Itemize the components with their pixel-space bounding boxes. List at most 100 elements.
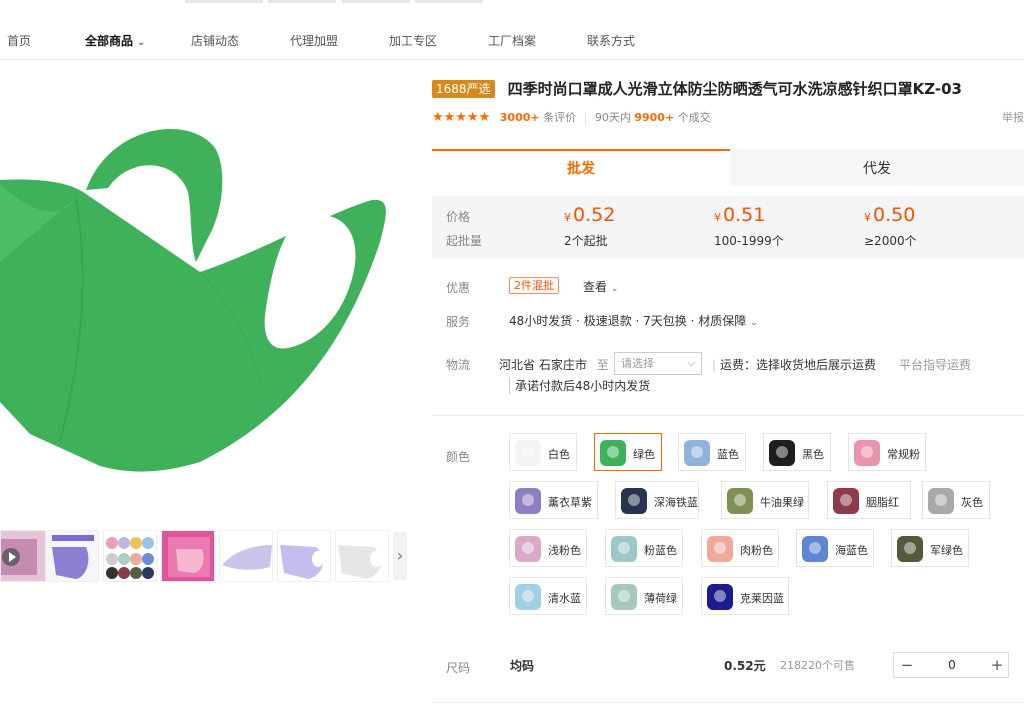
guide-fee-link[interactable]: 平台指导运费 — [899, 356, 971, 373]
increment-button[interactable]: + — [984, 653, 1010, 677]
color-option-label: 绿色 — [633, 448, 655, 461]
size-price: 0.52元 — [724, 659, 766, 673]
color-swatch — [727, 488, 753, 514]
purchase-mode-tabs: 批发 代发 — [432, 149, 1024, 186]
color-option[interactable]: 深海铁蓝 — [615, 481, 699, 519]
thumbnail-pink-package[interactable] — [161, 530, 215, 582]
color-option[interactable]: 清水蓝 — [509, 577, 587, 615]
color-swatch — [611, 536, 637, 562]
price-box: 价格 起批量 ¥0.52 2个起批 ¥0.51 100-1999个 ¥0.50 … — [432, 196, 1024, 258]
color-swatch — [833, 488, 859, 514]
shop-nav: 首页 全部商品 ⌄ 店铺动态 代理加盟 加工专区 工厂档案 联系方式 — [0, 22, 1024, 60]
color-option[interactable]: 白色 — [509, 433, 577, 471]
report-link[interactable]: 举报 — [1002, 109, 1024, 125]
service-list[interactable]: 48小时发货 · 极速退款 · 7天包换 · 材质保障 ⌄ — [509, 312, 758, 329]
tier-price: ¥0.51 — [714, 204, 765, 226]
color-option-label: 黑色 — [802, 448, 824, 461]
size-name: 均码 — [510, 659, 535, 673]
color-option[interactable]: 蓝色 — [678, 433, 746, 471]
rating-stars-icon: ★★★★★ — [432, 110, 491, 125]
color-option[interactable]: 海蓝色 — [796, 529, 874, 567]
thumbnail-lavender-front[interactable] — [277, 530, 331, 582]
color-option[interactable]: 军绿色 — [891, 529, 969, 567]
color-option[interactable]: 胭脂红 — [827, 481, 911, 519]
color-swatch — [611, 584, 637, 610]
color-swatch — [802, 536, 828, 562]
tier-price: ¥0.52 — [564, 204, 615, 226]
color-option-label: 白色 — [548, 448, 570, 461]
tier-price-value: 0.51 — [723, 204, 766, 226]
shipping-fee-text: | 运费：选择收货地后展示运费 — [712, 356, 876, 373]
color-option[interactable]: 肉粉色 — [701, 529, 779, 567]
nav-item-factory[interactable]: 工厂档案 — [488, 22, 536, 60]
color-option[interactable]: 浅粉色 — [509, 529, 587, 567]
color-option[interactable]: 克莱因蓝 — [701, 577, 789, 615]
ship-origin: 河北省 石家庄市 至 — [499, 356, 609, 373]
currency-symbol: ¥ — [564, 211, 571, 224]
color-option-label: 海蓝色 — [835, 544, 868, 557]
thumbnail-strip: › — [0, 530, 420, 586]
thumbnail-color-grid[interactable] — [103, 530, 157, 582]
nav-item-processing[interactable]: 加工专区 — [389, 22, 437, 60]
sales-suffix: 个成交 — [677, 111, 711, 124]
logistics-label: 物流 — [446, 358, 471, 372]
color-option-label: 军绿色 — [930, 544, 963, 557]
product-title: 四季时尚口罩成人光滑立体防尘防晒透气可水洗凉感针织口罩KZ-03 — [507, 80, 962, 98]
nav-item-shop-news[interactable]: 店铺动态 — [191, 22, 239, 60]
color-option-label: 牛油果绿 — [760, 496, 804, 509]
tier-price-value: 0.52 — [573, 204, 616, 226]
color-option[interactable]: 粉蓝色 — [605, 529, 683, 567]
nav-item-all-products[interactable]: 全部商品 ⌄ — [85, 22, 145, 60]
color-option-label: 常规粉 — [887, 448, 920, 461]
nav-item-franchise[interactable]: 代理加盟 — [290, 22, 338, 60]
color-option[interactable]: 常规粉 — [848, 433, 926, 471]
product-main-image[interactable] — [0, 62, 420, 522]
service-label: 服务 — [446, 315, 471, 329]
size-stock: 218220个可售 — [780, 659, 855, 672]
tier-price: ¥0.50 — [864, 204, 915, 226]
color-option[interactable]: 黑色 — [763, 433, 831, 471]
quantity-input[interactable]: 0 — [920, 653, 984, 677]
nav-item-contact[interactable]: 联系方式 — [587, 22, 635, 60]
promo-label: 优惠 — [446, 281, 471, 295]
color-option[interactable]: 薄荷绿 — [605, 577, 683, 615]
color-option[interactable]: 薰衣草紫 — [509, 481, 598, 519]
top-tab-fragment — [415, 0, 483, 3]
divider-line — [432, 702, 1024, 703]
color-option[interactable]: 绿色 — [594, 433, 662, 471]
thumbnail-lavender-side[interactable] — [219, 530, 273, 582]
color-swatch — [600, 440, 626, 466]
service-text: 48小时发货 · 极速退款 · 7天包换 · 材质保障 — [509, 314, 747, 328]
color-swatch — [515, 488, 541, 514]
size-row: 尺码 均码 0.52元 218220个可售 − 0 + — [432, 648, 1024, 684]
reviews-label: 条评价 — [543, 111, 577, 124]
tier-price-value: 0.50 — [873, 204, 916, 226]
color-option[interactable]: 灰色 — [922, 481, 990, 519]
color-swatch — [515, 440, 541, 466]
color-option-label: 胭脂红 — [866, 496, 899, 509]
top-tab-fragment — [268, 0, 336, 3]
color-option-label: 克莱因蓝 — [740, 592, 784, 605]
thumbnail-next-arrow[interactable]: › — [393, 532, 407, 580]
color-swatch — [707, 584, 733, 610]
color-swatch — [769, 440, 795, 466]
thumbnail-white[interactable] — [335, 530, 389, 582]
color-swatch — [515, 536, 541, 562]
promo-lookup-link[interactable]: 查看 ⌄ — [583, 278, 618, 295]
tab-wholesale[interactable]: 批发 — [432, 149, 730, 186]
tab-dropship[interactable]: 代发 — [730, 149, 1024, 186]
thumbnail-purple[interactable] — [45, 530, 99, 582]
color-option[interactable]: 牛油果绿 — [721, 481, 809, 519]
size-label: 尺码 — [446, 661, 471, 675]
reviews-count[interactable]: 3000+ — [500, 111, 540, 124]
color-option-label: 灰色 — [961, 496, 983, 509]
decrement-button[interactable]: − — [894, 653, 920, 677]
color-swatch — [854, 440, 880, 466]
price-label: 价格 — [446, 210, 471, 224]
nav-item-home[interactable]: 首页 — [7, 22, 31, 60]
color-swatch — [707, 536, 733, 562]
color-option-label: 浅粉色 — [548, 544, 581, 557]
color-swatch — [928, 488, 954, 514]
destination-select[interactable]: 请选择 ⌵ — [614, 352, 702, 375]
sales-prefix: 90天内 — [594, 111, 631, 124]
